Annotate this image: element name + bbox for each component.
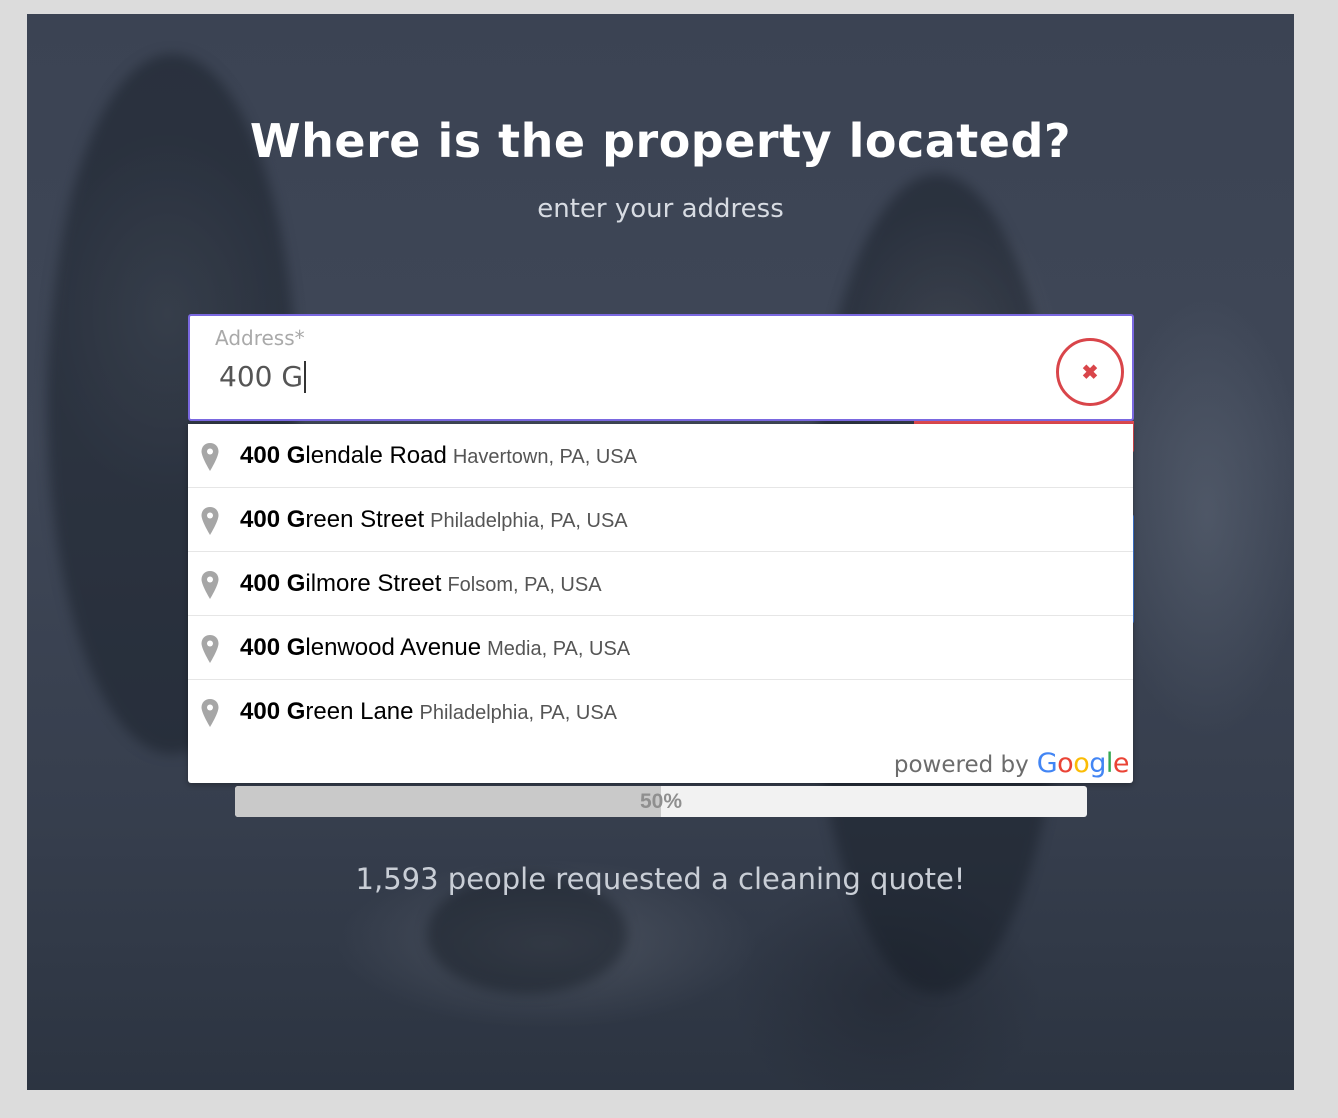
- google-logo: Google: [1036, 748, 1130, 779]
- address-input-value: 400 G: [219, 360, 304, 393]
- suggestion-secondary: Philadelphia, PA, USA: [430, 510, 628, 532]
- suggestion-main: reen Street: [305, 506, 425, 533]
- suggestion-match: 400 G: [240, 506, 306, 533]
- suggestion-text: 400 Glenwood Avenue Media, PA, USA: [240, 634, 630, 662]
- suggestion-match: 400 G: [240, 698, 306, 725]
- map-pin-icon: [201, 635, 219, 663]
- address-label: Address*: [215, 326, 305, 350]
- suggestion-main: lendale Road: [305, 442, 447, 469]
- page-subtitle: enter your address: [537, 194, 784, 224]
- suggestion-main: ilmore Street: [305, 570, 442, 597]
- suggestion-item[interactable]: 400 Gilmore Street Folsom, PA, USA: [188, 552, 1133, 616]
- clear-address-button[interactable]: ✖: [1056, 338, 1124, 406]
- powered-by-google: powered by Google: [893, 748, 1130, 779]
- suggestion-secondary: Philadelphia, PA, USA: [419, 702, 618, 724]
- suggestion-item[interactable]: 400 Glenwood Avenue Media, PA, USA: [188, 616, 1133, 680]
- suggestion-secondary: Havertown, PA, USA: [452, 446, 637, 468]
- attribution-prefix: powered by: [893, 752, 1029, 778]
- suggestion-match: 400 G: [240, 634, 306, 661]
- suggestion-text: 400 Green Lane Philadelphia, PA, USA: [240, 698, 617, 726]
- hero-background: Where is the property located? enter you…: [27, 14, 1294, 1090]
- suggestion-match: 400 G: [240, 442, 306, 469]
- suggestion-main: reen Lane: [305, 698, 414, 725]
- map-pin-icon: [201, 571, 219, 599]
- address-field[interactable]: Address* 400 G ✖: [188, 314, 1134, 421]
- suggestion-secondary: Folsom, PA, USA: [447, 574, 602, 596]
- progress-bar: 50%: [235, 786, 1087, 817]
- close-icon: ✖: [1081, 361, 1099, 384]
- map-pin-icon: [201, 443, 219, 471]
- autocomplete-dropdown: 400 Glendale Road Havertown, PA, USA 400 …: [188, 424, 1133, 783]
- suggestion-secondary: Media, PA, USA: [487, 638, 631, 660]
- map-pin-icon: [201, 507, 219, 535]
- suggestion-match: 400 G: [240, 570, 306, 597]
- address-input[interactable]: 400 G: [219, 360, 307, 393]
- page-title: Where is the property located?: [249, 114, 1072, 168]
- suggestion-item[interactable]: 400 Green Lane Philadelphia, PA, USA: [188, 680, 1133, 744]
- map-pin-icon: [201, 699, 219, 727]
- request-count-text: 1,593 people requested a cleaning quote!: [355, 862, 966, 896]
- suggestion-text: 400 Green Street Philadelphia, PA, USA: [240, 506, 628, 534]
- suggestion-main: lenwood Avenue: [305, 634, 482, 661]
- suggestion-item[interactable]: 400 Glendale Road Havertown, PA, USA: [188, 424, 1133, 488]
- suggestion-text: 400 Gilmore Street Folsom, PA, USA: [240, 570, 602, 598]
- progress-label: 50%: [639, 790, 683, 813]
- suggestion-text: 400 Glendale Road Havertown, PA, USA: [240, 442, 637, 470]
- text-caret: [304, 360, 307, 393]
- suggestion-item[interactable]: 400 Green Street Philadelphia, PA, USA: [188, 488, 1133, 552]
